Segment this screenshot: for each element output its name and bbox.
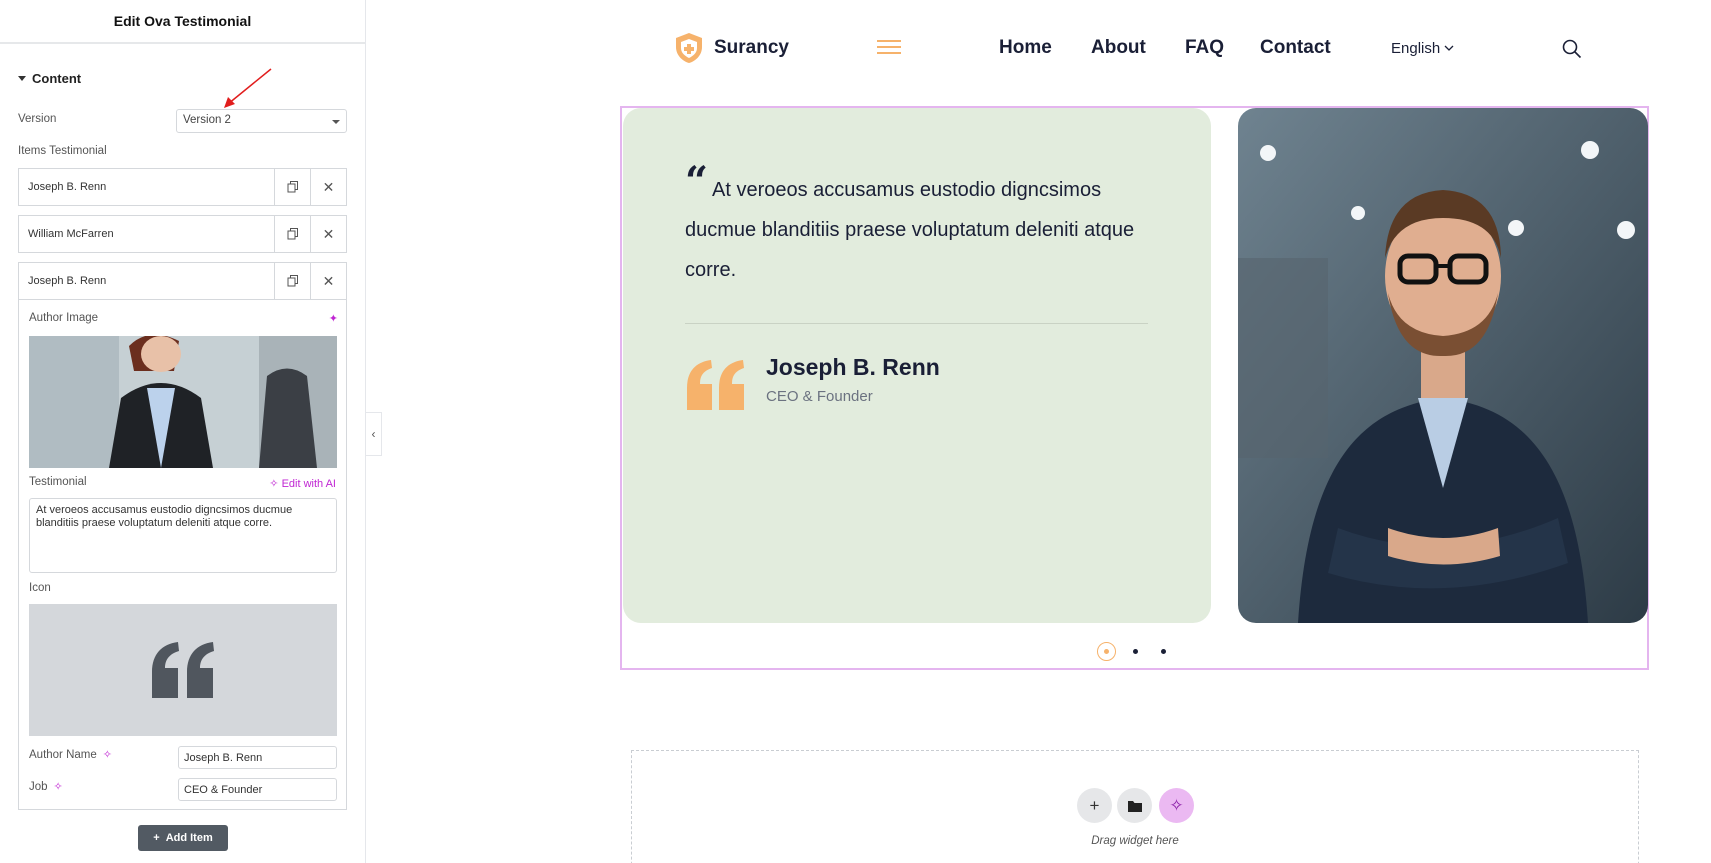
ai-sparkle-icon[interactable]: ✧ (103, 748, 112, 761)
template-library-button[interactable] (1117, 788, 1152, 823)
site-logo[interactable]: Surancy (674, 32, 789, 64)
chevron-left-icon: ‹ (371, 427, 376, 441)
slider-dot-active[interactable] (1097, 642, 1116, 661)
repeater-item-fields: Author Image ✦ Testimonial ✧ Edit with A… (18, 262, 347, 810)
job-label: Job ✧ (29, 780, 63, 794)
testimonial-textarea[interactable]: At veroeos accusamus eustodio digncsimos… (29, 498, 337, 573)
version-label: Version (18, 113, 57, 125)
author-image-preview[interactable] (29, 336, 337, 468)
editor-page: Edit Ova Testimonial Content Version Ver… (0, 0, 1711, 863)
collapse-panel-handle[interactable]: ‹ (366, 412, 382, 456)
add-item-button[interactable]: + Add Item (138, 825, 228, 851)
language-selector[interactable]: English (1391, 40, 1454, 57)
caret-down-icon (18, 76, 26, 81)
ai-sparkle-icon[interactable]: ✦ (329, 312, 338, 325)
repeater-item-title: Joseph B. Renn (28, 181, 107, 193)
author-name-input[interactable]: Joseph B. Renn (178, 746, 337, 769)
edit-with-ai-link[interactable]: ✧ Edit with AI (269, 477, 336, 490)
items-testimonial-label: Items Testimonial (18, 145, 107, 157)
plus-icon: + (153, 832, 160, 844)
add-section-button[interactable]: + (1077, 788, 1112, 823)
language-label: English (1391, 40, 1441, 57)
repeater-item[interactable]: William McFarren ✕ (18, 215, 347, 253)
icon-picker[interactable] (29, 604, 337, 736)
author-image-label: Author Image (29, 312, 99, 324)
author-job: CEO & Founder (766, 388, 873, 405)
close-icon[interactable]: ✕ (310, 169, 346, 205)
ai-sparkle-icon[interactable]: ✧ (54, 780, 63, 793)
testimonial-label: Testimonial (29, 476, 87, 488)
ai-sparkle-icon: ✧ (269, 478, 279, 490)
add-item-label: Add Item (165, 832, 213, 844)
drop-zone[interactable]: + ✧ Drag widget here (631, 750, 1639, 863)
testimonial-text: At veroeos accusamus eustodio digncsimos… (685, 179, 1135, 281)
chevron-down-icon (1444, 45, 1454, 51)
menu-icon[interactable] (877, 40, 901, 58)
nav-home[interactable]: Home (999, 37, 1052, 59)
shield-icon (676, 33, 702, 63)
testimonial-card: “ At veroeos accusamus eustodio digncsim… (623, 108, 1211, 623)
close-icon[interactable]: ✕ (310, 216, 346, 252)
nav-contact[interactable]: Contact (1260, 37, 1331, 59)
search-icon[interactable] (1562, 39, 1582, 59)
nav-about[interactable]: About (1091, 37, 1146, 59)
drop-zone-text: Drag widget here (1091, 835, 1179, 847)
version-select-value: Version 2 (183, 114, 231, 126)
annotation-arrow-icon (224, 68, 272, 108)
slider-dot[interactable] (1161, 649, 1166, 654)
quote-icon (687, 360, 744, 410)
job-input[interactable]: CEO & Founder (178, 778, 337, 801)
duplicate-icon[interactable] (274, 169, 310, 205)
version-select[interactable]: Version 2 (176, 109, 347, 133)
edit-with-ai-label: Edit with AI (281, 478, 336, 490)
folder-icon (1127, 800, 1142, 812)
nav-faq[interactable]: FAQ (1185, 37, 1224, 59)
logo-text: Surancy (714, 37, 789, 58)
section-title: Content (32, 71, 82, 86)
ai-sparkle-icon: ✧ (1169, 795, 1184, 815)
content-section-toggle[interactable]: Content (18, 71, 81, 86)
author-name: Joseph B. Renn (766, 354, 940, 380)
repeater-item-title: William McFarren (28, 228, 114, 240)
job-label-text: Job (29, 780, 48, 793)
slider-dot[interactable] (1133, 649, 1138, 654)
panel-title: Edit Ova Testimonial (0, 0, 365, 44)
author-photo (1238, 108, 1648, 623)
editor-panel: Edit Ova Testimonial Content Version Ver… (0, 0, 366, 863)
icon-label: Icon (29, 582, 51, 594)
ai-build-button[interactable]: ✧ (1159, 788, 1194, 823)
author-name-label: Author Name ✧ (29, 748, 112, 762)
quote-icon (152, 642, 214, 698)
author-name-label-text: Author Name (29, 748, 97, 761)
repeater-item[interactable]: Joseph B. Renn ✕ (18, 168, 347, 206)
divider (685, 323, 1148, 324)
plus-icon: + (1089, 795, 1100, 815)
duplicate-icon[interactable] (274, 216, 310, 252)
chevron-down-icon (332, 120, 340, 124)
